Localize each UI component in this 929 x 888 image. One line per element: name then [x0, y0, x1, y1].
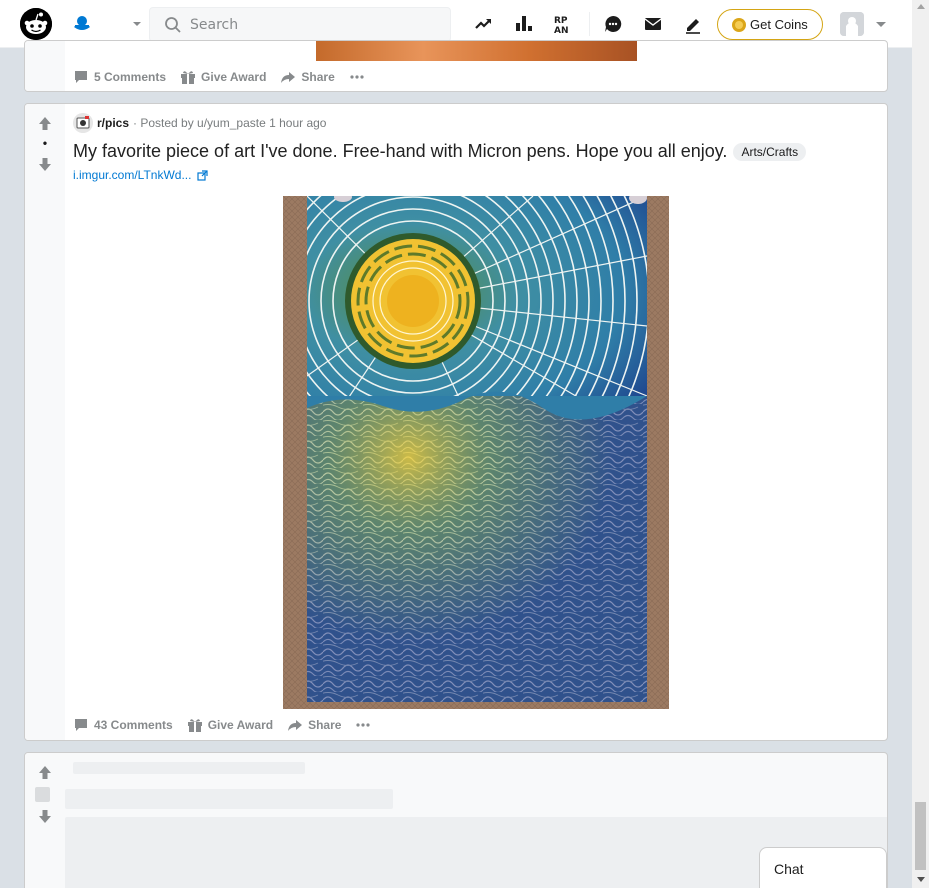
comments-button[interactable]: 43 Comments	[73, 717, 173, 733]
post-link[interactable]: i.imgur.com/LTnkWd...	[73, 168, 209, 182]
svg-text:AN: AN	[554, 26, 569, 35]
gift-icon	[181, 71, 196, 84]
post-image[interactable]	[283, 196, 669, 709]
share-icon	[288, 720, 303, 731]
rpan-icon[interactable]: RP AN	[553, 13, 575, 35]
svg-text:RP: RP	[554, 16, 568, 26]
popular-icon[interactable]	[473, 13, 495, 35]
award-label: Give Award	[201, 70, 267, 84]
chat-widget[interactable]: Chat	[759, 847, 887, 888]
create-post-icon[interactable]	[682, 13, 704, 35]
chevron-down-icon[interactable]	[875, 19, 887, 29]
downvote-icon[interactable]	[37, 156, 53, 172]
search-input[interactable]	[190, 8, 440, 41]
subreddit-link[interactable]: r/pics	[97, 116, 129, 130]
share-button[interactable]: Share	[280, 69, 335, 85]
share-icon	[281, 72, 296, 83]
give-award-button[interactable]: Give Award	[180, 69, 266, 85]
gift-icon	[187, 719, 202, 732]
header-divider	[589, 12, 590, 36]
chat-icon[interactable]	[602, 13, 624, 35]
previous-post-image[interactable]	[316, 41, 637, 61]
comments-label: 43 Comments	[94, 718, 173, 732]
more-options-button[interactable]	[355, 717, 376, 733]
score-placeholder	[35, 787, 50, 802]
leaderboard-icon[interactable]	[513, 13, 535, 35]
post-flair[interactable]: Arts/Crafts	[733, 142, 807, 161]
share-button[interactable]: Share	[287, 717, 341, 733]
scroll-down-arrow[interactable]	[917, 877, 925, 882]
skeleton-meta	[73, 762, 305, 774]
get-coins-label: Get Coins	[750, 17, 808, 32]
upvote-icon[interactable]	[37, 765, 53, 781]
comment-icon	[75, 719, 87, 731]
chat-label: Chat	[774, 861, 804, 877]
post-meta: r/pics · Posted by u/yum_paste 1 hour ag…	[73, 113, 326, 133]
home-dropdown[interactable]	[66, 8, 152, 40]
share-label: Share	[308, 718, 342, 732]
comments-button[interactable]: 5 Comments	[73, 69, 166, 85]
scroll-thumb[interactable]	[915, 802, 926, 870]
link-text[interactable]: i.imgur.com/LTnkWd...	[73, 168, 191, 182]
give-award-button[interactable]: Give Award	[187, 717, 273, 733]
title-row: My favorite piece of art I've done. Free…	[73, 141, 807, 162]
mail-icon[interactable]	[642, 13, 664, 35]
chevron-down-icon	[133, 22, 141, 26]
search-icon	[165, 17, 181, 33]
post-actions: 43 Comments Give Award Share	[73, 713, 376, 737]
post-card[interactable]: • r/pics · Posted by u/yum_paste 1 hour …	[24, 103, 888, 741]
home-icon	[74, 16, 90, 30]
more-options-button[interactable]	[349, 69, 370, 85]
reddit-logo-icon[interactable]	[20, 8, 52, 40]
comments-label: 5 Comments	[94, 70, 167, 84]
previous-post-actions: 5 Comments Give Award Share	[73, 65, 370, 89]
more-icon	[350, 75, 364, 79]
avatar[interactable]	[840, 12, 864, 36]
vote-column: •	[25, 104, 65, 740]
vote-column	[25, 753, 65, 888]
subreddit-icon[interactable]	[73, 113, 93, 133]
award-label: Give Award	[207, 718, 274, 732]
coins-icon	[732, 18, 746, 32]
previous-post-card[interactable]: 5 Comments Give Award Share	[24, 40, 888, 92]
upvote-icon[interactable]	[37, 116, 53, 132]
downvote-icon[interactable]	[37, 808, 53, 824]
post-title[interactable]: My favorite piece of art I've done. Free…	[73, 141, 727, 162]
skeleton-title	[65, 789, 393, 809]
vote-column	[25, 41, 65, 91]
share-label: Share	[301, 70, 335, 84]
external-link-icon	[197, 169, 209, 181]
more-icon	[356, 723, 371, 727]
scroll-up-arrow[interactable]	[917, 4, 925, 9]
get-coins-button[interactable]: Get Coins	[717, 9, 823, 40]
search-bar[interactable]	[149, 7, 451, 42]
posted-by[interactable]: · Posted by u/yum_paste 1 hour ago	[133, 116, 326, 130]
vote-score: •	[42, 136, 48, 150]
comment-icon	[75, 71, 87, 83]
scrollbar[interactable]	[912, 0, 929, 888]
